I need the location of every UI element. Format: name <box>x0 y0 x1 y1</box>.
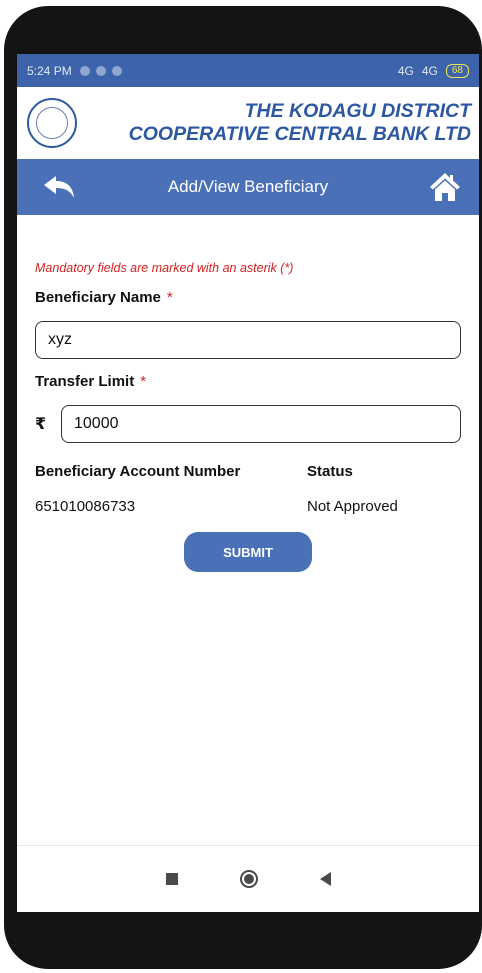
message-icon <box>95 65 106 76</box>
bank-name-line2: COOPERATIVE CENTRAL BANK LTD <box>128 123 471 145</box>
required-asterisk: * <box>140 373 147 390</box>
system-nav-bar <box>17 845 479 912</box>
network-label-2: 4G <box>421 63 438 78</box>
app-screen: 5:24 PM 4G 4G 68 THE KODAGU DISTRICT COO… <box>17 54 479 912</box>
status-value: Not Approved <box>307 498 398 515</box>
bank-name: THE KODAGU DISTRICT COOPERATIVE CENTRAL … <box>77 100 479 146</box>
account-info: Beneficiary Account Number 651010086733 … <box>35 463 461 515</box>
home-button[interactable] <box>425 167 465 207</box>
app-notification-icon <box>111 65 122 76</box>
home-nav-dot <box>243 874 254 884</box>
status-bar: 5:24 PM 4G 4G 68 <box>17 54 479 87</box>
submit-button[interactable]: SUBMIT <box>184 532 312 572</box>
mandatory-note: Mandatory fields are marked with an aste… <box>35 261 294 275</box>
recent-apps-icon[interactable] <box>165 873 178 885</box>
bank-header: THE KODAGU DISTRICT COOPERATIVE CENTRAL … <box>17 87 479 159</box>
notification-icon <box>79 65 90 76</box>
phone-frame: 5:24 PM 4G 4G 68 THE KODAGU DISTRICT COO… <box>4 6 482 969</box>
nav-bar: Add/View Beneficiary <box>17 159 479 215</box>
home-icon <box>430 173 460 201</box>
form-content: Mandatory fields are marked with an aste… <box>17 261 479 572</box>
beneficiary-name-label-text: Beneficiary Name <box>35 289 161 306</box>
account-number-column: Beneficiary Account Number 651010086733 <box>35 463 307 515</box>
status-time: 5:24 PM <box>27 63 72 78</box>
transfer-limit-label: Transfer Limit * <box>35 373 461 390</box>
bank-name-line1: THE KODAGU DISTRICT <box>244 100 471 122</box>
beneficiary-name-input[interactable]: xyz <box>35 321 461 359</box>
status-column: Status Not Approved <box>307 463 461 515</box>
page-title: Add/View Beneficiary <box>167 177 329 196</box>
transfer-limit-input[interactable]: 10000 <box>61 405 461 443</box>
battery-icon: 68 <box>445 63 469 78</box>
home-nav-icon[interactable] <box>239 870 258 888</box>
bank-emblem-icon <box>36 107 68 139</box>
rupee-icon: ₹ <box>35 416 47 433</box>
account-number-value: 651010086733 <box>35 498 136 515</box>
account-number-header: Beneficiary Account Number <box>35 463 241 480</box>
back-nav-icon[interactable] <box>319 872 331 886</box>
required-asterisk: * <box>166 289 173 306</box>
network-label-1: 4G <box>397 63 414 78</box>
back-arrow-icon <box>44 176 74 198</box>
back-button[interactable] <box>39 167 79 207</box>
status-right: 4G 4G 68 <box>397 63 469 78</box>
status-header: Status <box>307 463 353 480</box>
bank-logo <box>27 98 77 148</box>
transfer-limit-label-text: Transfer Limit <box>35 373 135 390</box>
beneficiary-name-label: Beneficiary Name * <box>35 289 461 306</box>
transfer-limit-row: ₹ 10000 <box>35 405 461 443</box>
